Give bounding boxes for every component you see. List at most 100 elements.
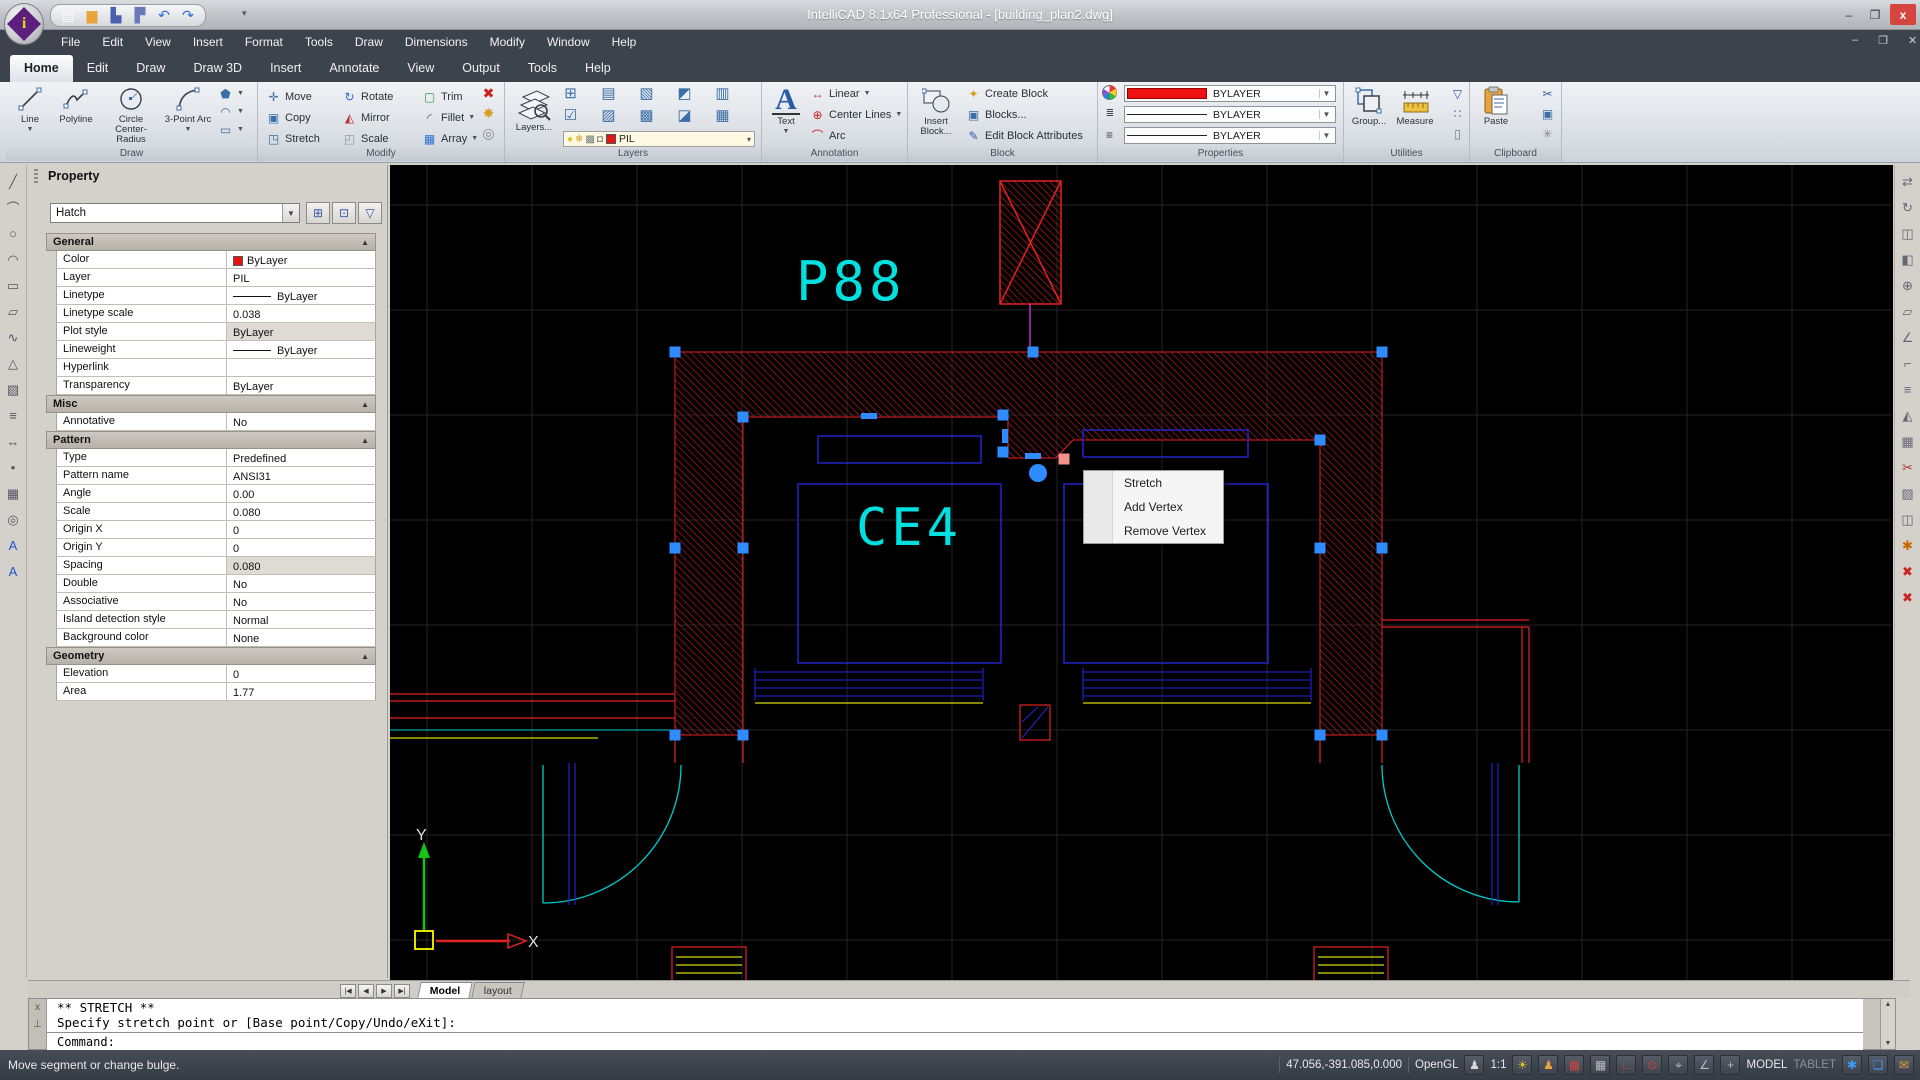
quick-select-button[interactable]: ∷	[1450, 106, 1465, 121]
command-history[interactable]: ** STRETCH ** Specify stretch point or […	[47, 999, 1863, 1032]
undo-button[interactable]: ↶	[155, 7, 173, 25]
mdi-restore[interactable]: ❐	[1872, 34, 1894, 47]
command-input[interactable]: Command:	[47, 1032, 1863, 1050]
arc-button[interactable]: ⌒Arc	[810, 128, 902, 143]
settings-gear-icon[interactable]: ✱	[1842, 1055, 1862, 1075]
section-misc[interactable]: Misc▲	[46, 395, 376, 413]
draw-hatch-button[interactable]: ▨	[4, 381, 22, 398]
tab-home[interactable]: Home	[10, 55, 73, 82]
blocks-button[interactable]: ▣Blocks...	[966, 107, 1083, 122]
lineweight-control[interactable]: BYLAYER▼	[1124, 127, 1336, 144]
color-control[interactable]: BYLAYER▼	[1124, 85, 1336, 102]
pin-cmd-icon[interactable]: ⊥	[33, 1019, 42, 1030]
sheet-nav-2[interactable]: ▶	[376, 984, 392, 998]
text-multi-button[interactable]: A	[4, 563, 22, 580]
section-pattern[interactable]: Pattern▲	[46, 431, 376, 449]
app-logo-icon[interactable]: i	[4, 3, 44, 45]
draw-xline-button[interactable]: ↔	[4, 433, 22, 450]
menu-window[interactable]: Window	[538, 32, 599, 52]
combo-arrow-icon[interactable]: ▼	[282, 204, 299, 222]
draw-donut-button[interactable]: ◎	[4, 511, 22, 528]
text-button[interactable]: A Text▼	[766, 84, 806, 137]
menu-dimensions[interactable]: Dimensions	[396, 32, 477, 52]
fillet-button[interactable]: ◜Fillet▼	[422, 107, 484, 128]
paste-button[interactable]: Paste	[1476, 84, 1516, 127]
menu-file[interactable]: File	[52, 32, 89, 52]
collapse-icon[interactable]: ▲	[361, 400, 369, 409]
copy-clip-button[interactable]: ▣	[1540, 106, 1555, 121]
open-file-button[interactable]: ▆	[83, 7, 101, 25]
edit-block-attributes-button[interactable]: ✎Edit Block Attributes	[966, 128, 1083, 143]
sheet-nav-1[interactable]: ◀	[358, 984, 374, 998]
mod-purge-button[interactable]: ✖	[1899, 589, 1917, 606]
layer-bulb-icon[interactable]: ●	[567, 134, 573, 145]
dropdown-arrow-icon[interactable]: ▼	[1319, 110, 1333, 119]
object-type-select[interactable]: Hatch ▼	[50, 203, 300, 223]
layer-copy-button[interactable]: ▩	[639, 107, 654, 122]
draw-point-button[interactable]: •	[4, 459, 22, 476]
model-toggle[interactable]: MODEL	[1746, 1059, 1787, 1071]
draw-ellipse-arc-button[interactable]: ◠	[4, 251, 22, 268]
mod-array-button[interactable]: ▦	[1899, 433, 1917, 450]
layers-button[interactable]: Layers...	[511, 84, 557, 133]
tab-help[interactable]: Help	[571, 55, 625, 82]
mod-swap-button[interactable]: ⇄	[1899, 173, 1917, 190]
redo-button[interactable]: ↷	[179, 7, 197, 25]
cut-button[interactable]: ✂	[1540, 86, 1555, 101]
mail-icon[interactable]: ✉	[1894, 1055, 1914, 1075]
circle-center-radius-button[interactable]: Circle Center-Radius▼	[104, 82, 158, 155]
create-block-button[interactable]: ✦Create Block	[966, 86, 1083, 101]
layer-walk-button[interactable]: ▨	[601, 107, 616, 122]
draw-rectangle-button[interactable]: ▭	[4, 277, 22, 294]
mod-trim-button[interactable]: ✂	[1899, 459, 1917, 476]
layer-lock-button[interactable]: ◩	[677, 85, 692, 100]
collapse-icon[interactable]: ▲	[361, 652, 369, 661]
drawing-canvas[interactable]: P88 CE4 Y X	[390, 165, 1893, 980]
three-point-arc-button[interactable]: 3-Point Arc▼	[164, 82, 212, 155]
filter-button[interactable]: ▽	[1450, 86, 1465, 101]
delete-button[interactable]: ✖	[481, 86, 496, 101]
mod-offset-button[interactable]: ◫	[1899, 225, 1917, 242]
layer-freeze-icon[interactable]: ❄	[575, 134, 583, 145]
panel-grip[interactable]	[34, 169, 38, 185]
layer-check-button[interactable]: ☑	[563, 107, 578, 122]
layer-on-button[interactable]: ▥	[715, 85, 730, 100]
mod-rotate-button[interactable]: ↻	[1899, 199, 1917, 216]
column-block[interactable]	[1000, 181, 1061, 304]
mod-stack-button[interactable]: ≡	[1899, 381, 1917, 398]
sheet-tab-model[interactable]: Model	[417, 982, 473, 998]
draw-region-button[interactable]: ▦	[4, 485, 22, 502]
move-button[interactable]: ✛Move	[266, 86, 338, 107]
tab-annotate[interactable]: Annotate	[315, 55, 393, 82]
esnap-icon[interactable]: ⌖	[1668, 1055, 1688, 1075]
draw-arc-button[interactable]: ⌒	[4, 199, 22, 216]
mod-skew-button[interactable]: ▱	[1899, 303, 1917, 320]
measure-button[interactable]: Measure	[1392, 84, 1438, 127]
scale-indicator[interactable]: 1:1	[1490, 1059, 1506, 1071]
layer-move-button[interactable]: ▧	[639, 85, 654, 100]
menu-draw[interactable]: Draw	[346, 32, 392, 52]
renderer-label[interactable]: OpenGL	[1415, 1059, 1458, 1071]
mod-break-button[interactable]: ◫	[1899, 511, 1917, 528]
mod-corner-button[interactable]: ⌐	[1899, 355, 1917, 372]
mod-delete-button[interactable]: ✖	[1899, 563, 1917, 580]
mod-angle-button[interactable]: ∠	[1899, 329, 1917, 346]
scale-button[interactable]: ◰Scale	[342, 128, 418, 149]
context-add-vertex[interactable]: Add Vertex	[1084, 495, 1223, 519]
snap-grid-icon[interactable]: ▦	[1564, 1055, 1584, 1075]
restore-button[interactable]: ❐	[1862, 4, 1888, 25]
hot-grip[interactable]	[1059, 454, 1070, 465]
lineweight-icon[interactable]: ≡	[1102, 127, 1117, 142]
mdi-close[interactable]: ✕	[1902, 34, 1920, 47]
sheet-nav-3[interactable]: ▶|	[394, 984, 410, 998]
text-single-button[interactable]: A	[4, 537, 22, 554]
tablet-toggle[interactable]: TABLET	[1793, 1059, 1836, 1071]
draw-triangle-button[interactable]: △	[4, 355, 22, 372]
tab-view[interactable]: View	[393, 55, 448, 82]
tab-insert[interactable]: Insert	[256, 55, 315, 82]
tab-edit[interactable]: Edit	[73, 55, 123, 82]
line-button[interactable]: Line▼	[12, 82, 48, 155]
tab-tools[interactable]: Tools	[514, 55, 571, 82]
center-lines-button[interactable]: ⊕Center Lines▼	[810, 107, 902, 122]
tab-output[interactable]: Output	[448, 55, 514, 82]
